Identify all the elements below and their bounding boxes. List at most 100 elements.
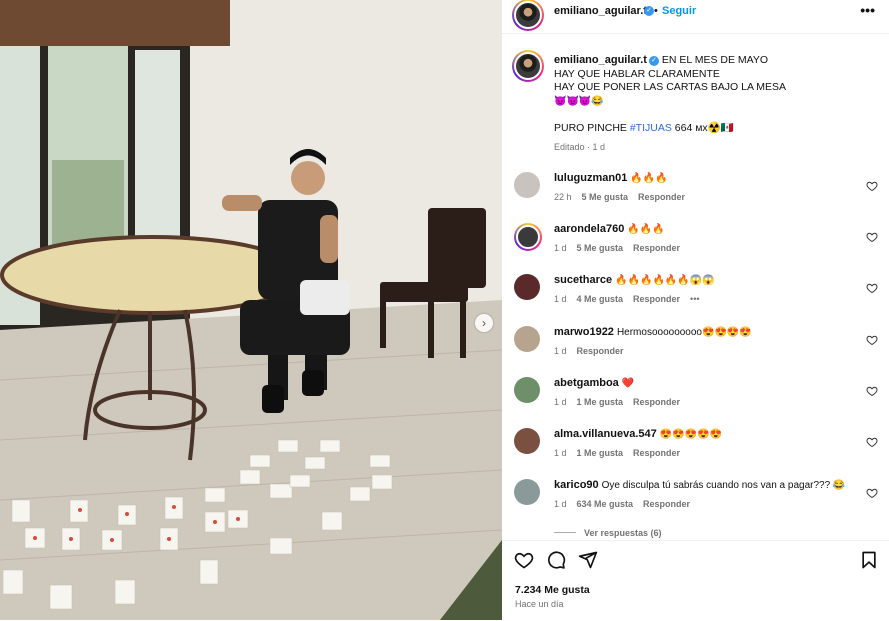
- author-username[interactable]: emiliano_aguilar.t: [554, 5, 647, 17]
- caption-line-2: HAY QUE HABLAR CLARAMENTE: [554, 67, 720, 80]
- comment-time: 1 d: [554, 499, 567, 510]
- comment-meta: 22 h 5 Me gusta Responder: [554, 192, 695, 202]
- post-header: emiliano_aguilar.t ✓ • Seguir •••: [502, 0, 889, 34]
- comment-text: Oye disculpa tú sabrás cuando nos van a …: [601, 480, 846, 492]
- comment-likes-count[interactable]: 5 Me gusta: [582, 192, 629, 202]
- comment-row: abetgamboa ❤️ 1 d 1 Me gusta Responder: [514, 376, 884, 421]
- comment-row: aarondela760 🔥🔥🔥 1 d 5 Me gusta Responder: [514, 223, 884, 267]
- comment-meta: 1 d Responder: [554, 346, 634, 356]
- comment-row: karico90 Oye disculpa tú sabrás cuando no…: [514, 479, 884, 523]
- comment-text: 🔥🔥🔥: [630, 173, 668, 184]
- comment-reply-button[interactable]: Responder: [577, 346, 624, 356]
- comment-likes-count[interactable]: 1 Me gusta: [577, 448, 624, 458]
- comment-text: 😍😍😍😍😍: [659, 429, 722, 440]
- post-actions-bar: 7.234 Me gusta Hace un día: [502, 540, 889, 621]
- comment-row: luluguzman01 🔥🔥🔥 22 h 5 Me gusta Responder: [514, 172, 884, 216]
- comment-like-heart-icon[interactable]: [866, 334, 878, 346]
- comment-time: 1 d: [554, 243, 567, 254]
- caption-tail-prefix: PURO PINCHE: [554, 122, 630, 134]
- caption-line-3: HAY QUE PONER LAS CARTAS BAJO LA MESA: [554, 81, 787, 93]
- comment-bubble-icon[interactable]: [546, 550, 566, 570]
- comment-row: sucetharce 🔥🔥🔥🔥🔥🔥😱😱 1 d 4 Me gusta Responder…: [514, 274, 884, 318]
- post-photo[interactable]: ›: [0, 0, 502, 620]
- author-avatar[interactable]: [512, 0, 544, 31]
- commenter-username[interactable]: alma.villanueva.547: [554, 428, 657, 440]
- view-replies-label: Ver respuestas (6): [584, 528, 662, 538]
- commenter-avatar[interactable]: [514, 325, 540, 352]
- comment-text: Hermosooooooooo😍😍😍😍: [616, 326, 752, 338]
- comment-likes-count[interactable]: 4 Me gusta: [577, 294, 624, 304]
- comment-likes-count[interactable]: 5 Me gusta: [577, 243, 624, 253]
- comment-time: 1 d: [554, 396, 567, 407]
- commenter-avatar[interactable]: [514, 428, 540, 454]
- comment-more-options-icon[interactable]: •••: [690, 294, 699, 304]
- comment-text: ❤️: [621, 377, 635, 389]
- verified-badge-icon: ✓: [644, 6, 654, 16]
- comment-reply-button[interactable]: Responder: [643, 499, 690, 509]
- photo-illustration: [0, 0, 502, 620]
- comment-time: 1 d: [554, 448, 567, 458]
- post-side-panel: emiliano_aguilar.t ✓ • Seguir ••• emilia…: [502, 0, 889, 620]
- commenter-username[interactable]: abetgamboa: [554, 377, 619, 389]
- caption-emojis: 😈😈😈😂: [554, 95, 604, 107]
- comment-reply-button[interactable]: Responder: [633, 397, 680, 407]
- caption-line-tail: PURO PINCHE #TIJUAS 664 ᴍx☢️🇲🇽: [554, 122, 874, 136]
- commenter-username[interactable]: marwo1922: [554, 326, 614, 338]
- carousel-next-button[interactable]: ›: [475, 314, 493, 332]
- comment-row: marwo1922 Hermosooooooooo😍😍😍😍 1 d Responder: [514, 325, 884, 370]
- caption-tail-suffix: 664 ᴍx☢️🇲🇽: [671, 122, 734, 134]
- comment-body: sucetharce 🔥🔥🔥🔥🔥🔥😱😱: [554, 274, 864, 286]
- comment-meta: 1 d 1 Me gusta Responder: [554, 448, 690, 458]
- comment-like-heart-icon[interactable]: [866, 385, 878, 397]
- comment-body: aarondela760 🔥🔥🔥: [554, 223, 864, 235]
- comment-meta: 1 d 4 Me gusta Responder •••: [554, 294, 710, 304]
- more-options-icon[interactable]: •••: [860, 2, 875, 18]
- comment-likes-count[interactable]: 1 Me gusta: [577, 397, 624, 407]
- caption-hashtag-link[interactable]: #TIJUAS: [630, 122, 672, 134]
- commenter-avatar[interactable]: [514, 172, 540, 198]
- save-bookmark-icon[interactable]: [859, 550, 879, 570]
- commenter-avatar[interactable]: [514, 223, 542, 252]
- post-caption: emiliano_aguilar.t ✓ EN EL MES DE MAYO HA…: [554, 54, 874, 154]
- comment-body: marwo1922 Hermosooooooooo😍😍😍😍: [554, 326, 864, 338]
- commenter-username[interactable]: sucetharce: [554, 274, 612, 286]
- like-heart-icon[interactable]: [514, 550, 534, 570]
- comment-body: karico90 Oye disculpa tú sabrás cuando no…: [554, 479, 864, 491]
- comment-body: abetgamboa ❤️: [554, 377, 864, 389]
- comment-like-heart-icon[interactable]: [866, 282, 878, 294]
- replies-divider: [554, 532, 576, 533]
- caption-author-avatar[interactable]: [512, 50, 544, 82]
- comment-time: 22 h: [554, 192, 572, 202]
- comment-like-heart-icon[interactable]: [866, 231, 878, 243]
- commenter-username[interactable]: luluguzman01: [554, 172, 627, 184]
- comment-reply-button[interactable]: Responder: [633, 294, 680, 304]
- comment-reply-button[interactable]: Responder: [638, 192, 685, 202]
- likes-count[interactable]: 7.234 Me gusta: [515, 584, 590, 596]
- comment-like-heart-icon[interactable]: [866, 487, 878, 499]
- commenter-avatar[interactable]: [514, 376, 540, 403]
- view-replies-button[interactable]: Ver respuestas (6): [554, 528, 662, 538]
- caption-username[interactable]: emiliano_aguilar.t: [554, 54, 647, 66]
- comment-reply-button[interactable]: Responder: [633, 243, 680, 253]
- caption-line-1: EN EL MES DE MAYO: [661, 54, 769, 66]
- comment-row: alma.villanueva.547 😍😍😍😍😍 1 d 1 Me gusta Res…: [514, 428, 884, 472]
- comment-like-heart-icon[interactable]: [866, 436, 878, 448]
- comment-text: 🔥🔥🔥: [627, 224, 665, 236]
- commenter-username[interactable]: aarondela760: [554, 223, 624, 235]
- share-send-icon[interactable]: [578, 550, 598, 570]
- comment-text: 🔥🔥🔥🔥🔥🔥😱😱: [615, 275, 715, 287]
- commenter-avatar[interactable]: [514, 274, 540, 301]
- commenter-avatar[interactable]: [514, 479, 540, 506]
- comment-likes-count[interactable]: 634 Me gusta: [577, 499, 634, 509]
- comment-meta: 1 d 1 Me gusta Responder: [554, 397, 690, 407]
- comment-time: 1 d: [554, 345, 567, 356]
- comment-meta: 1 d 634 Me gusta Responder: [554, 499, 700, 509]
- comment-reply-button[interactable]: Responder: [633, 448, 680, 458]
- caption-edited-label: Editado · 1 d: [554, 141, 606, 152]
- post-time-ago: Hace un día: [515, 599, 564, 609]
- follow-button[interactable]: Seguir: [662, 5, 696, 17]
- commenter-username[interactable]: karico90: [554, 479, 599, 491]
- comment-body: luluguzman01 🔥🔥🔥: [554, 172, 864, 184]
- comment-body: alma.villanueva.547 😍😍😍😍😍: [554, 428, 864, 440]
- comment-like-heart-icon[interactable]: [866, 180, 878, 192]
